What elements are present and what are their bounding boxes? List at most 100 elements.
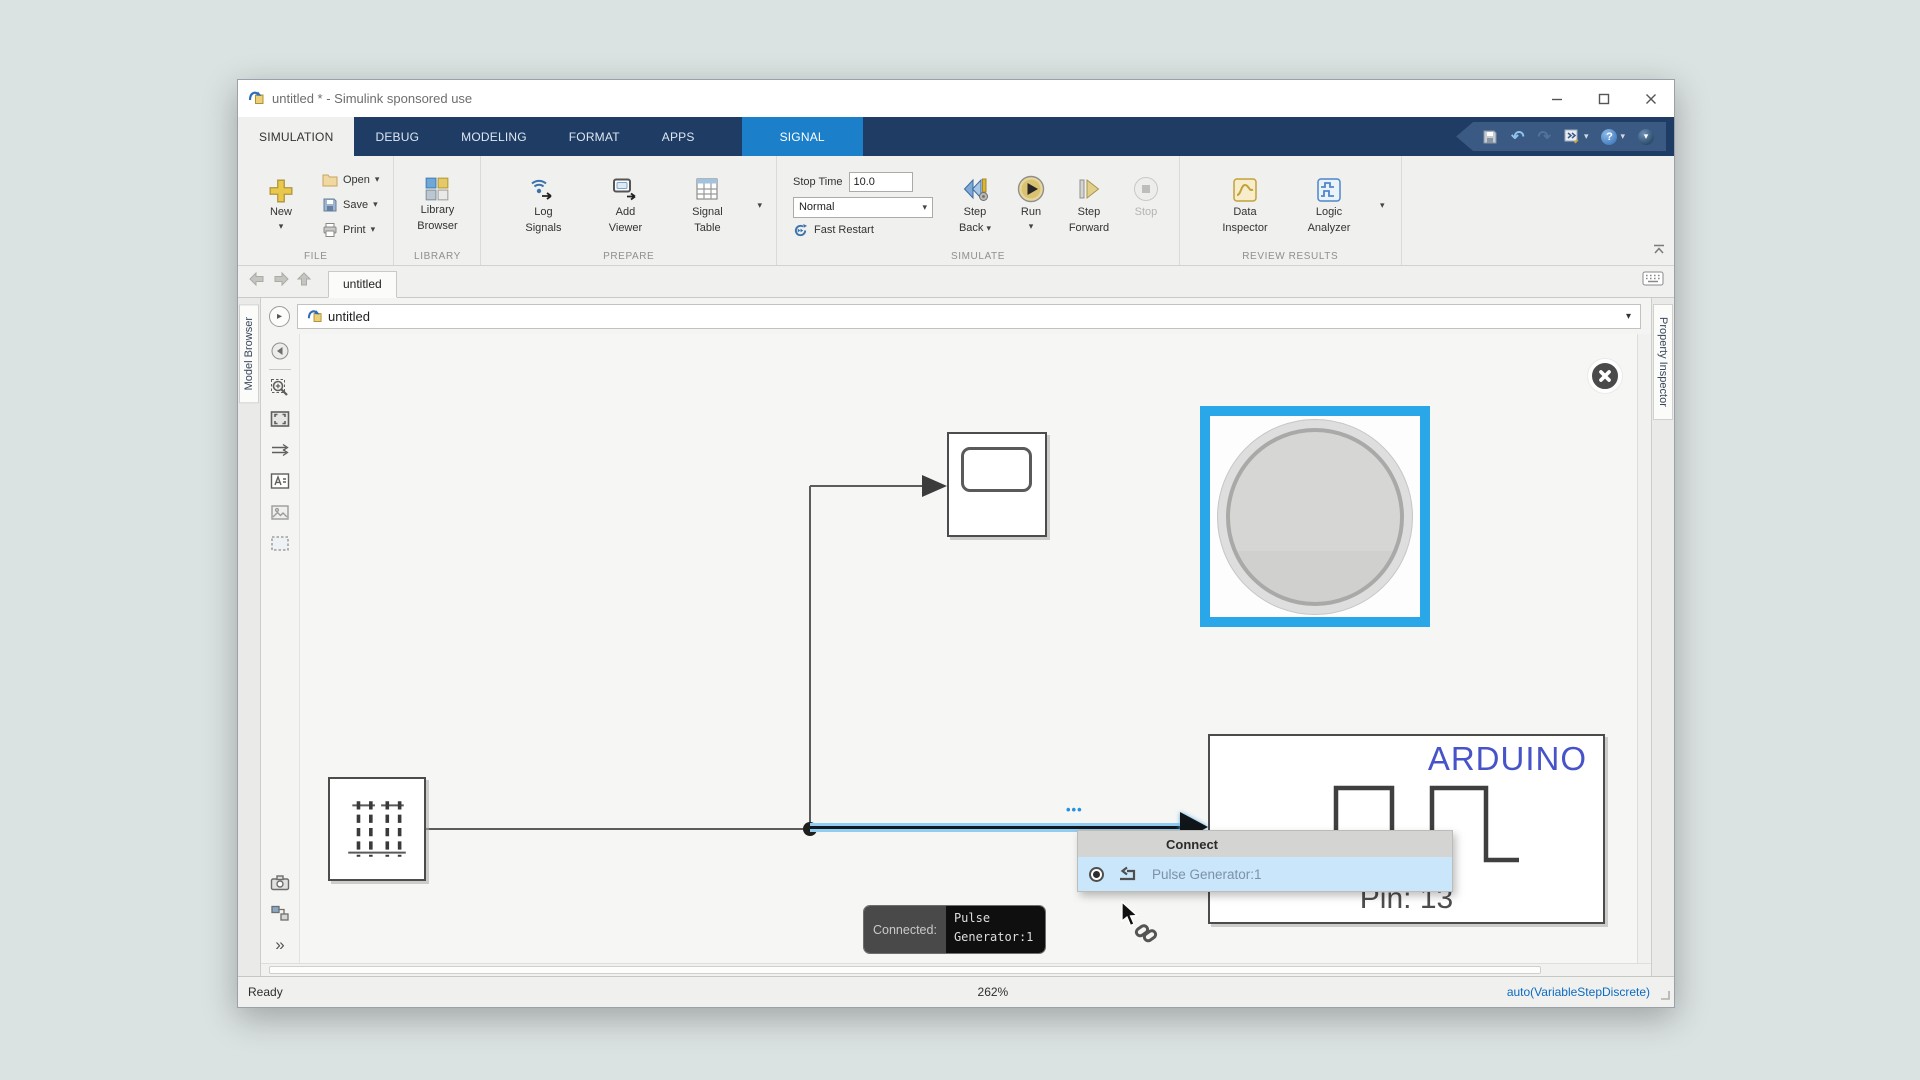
print-button[interactable]: Print ▾ [318, 219, 383, 241]
breadcrumb-expand-icon[interactable]: ▸ [269, 306, 290, 327]
connect-cursor-icon [1115, 900, 1161, 946]
group-library: Library Browser LIBRARY [394, 156, 481, 265]
redo-icon[interactable]: ↷ [1538, 127, 1551, 147]
step-back-button[interactable]: Step Back ▾ [947, 174, 1003, 236]
viewer-image-icon[interactable] [269, 501, 291, 523]
horizontal-scrollbar[interactable] [261, 963, 1651, 976]
diagram-canvas[interactable]: ••• ARDUINO [299, 334, 1637, 963]
updates-icon[interactable]: ▾ [1638, 129, 1654, 145]
widget-button-face[interactable] [1226, 428, 1404, 606]
save-button[interactable]: Save ▾ [318, 194, 383, 216]
quick-save-icon[interactable] [1482, 129, 1498, 145]
route-signals-icon[interactable] [269, 439, 291, 461]
property-inspector-tab[interactable]: Property Inspector [1653, 304, 1673, 420]
tooltip-label: Connected: [864, 906, 946, 953]
signal-table-button[interactable]: Signal Table [669, 176, 745, 236]
solver-label[interactable]: auto(VariableStepDiscrete) [1507, 985, 1674, 999]
nav-forward-icon[interactable] [272, 271, 290, 292]
resize-grip-icon[interactable] [1660, 989, 1670, 1003]
subsystem-icon[interactable] [269, 902, 291, 924]
group-simulate: Stop Time Normal ▾ Fast Restart Step Bac… [777, 156, 1180, 265]
wire-junction-up[interactable] [809, 486, 811, 829]
log-signals-icon [529, 176, 557, 204]
tab-signal[interactable]: SIGNAL [742, 117, 863, 156]
tab-debug[interactable]: DEBUG [354, 117, 440, 156]
wire-pulse-to-junction[interactable] [426, 828, 810, 830]
palette-divider [269, 369, 291, 370]
print-icon [322, 222, 338, 238]
library-browser-button[interactable]: Library Browser [404, 176, 470, 234]
add-viewer-button[interactable]: Add Viewer [587, 176, 663, 236]
publish-icon[interactable]: ▾ [1564, 129, 1589, 144]
breadcrumb-model-name[interactable]: untitled [328, 309, 370, 324]
connect-menu-item-pulse-generator[interactable]: Pulse Generator:1 [1078, 857, 1452, 891]
publish-caret-icon[interactable]: ▾ [1584, 131, 1589, 142]
tab-simulation[interactable]: SIMULATION [238, 117, 354, 156]
horizontal-scrollbar-thumb[interactable] [269, 966, 1541, 974]
pulse-generator-block[interactable] [328, 777, 426, 881]
prepare-overflow-icon[interactable]: ▾ [757, 200, 762, 211]
arduino-title: ARDUINO [1428, 740, 1587, 778]
screenshot-camera-icon[interactable] [269, 871, 291, 893]
hide-palette-icon[interactable] [269, 340, 291, 362]
vertical-scrollbar[interactable] [1637, 334, 1651, 963]
fast-restart-button[interactable]: Fast Restart [793, 223, 935, 238]
more-tools-icon[interactable]: » [269, 933, 291, 955]
breadcrumb[interactable]: untitled ▾ [297, 304, 1641, 329]
keyboard-shortcuts-icon[interactable] [1642, 271, 1664, 291]
breadcrumb-caret-icon[interactable]: ▾ [1626, 311, 1631, 322]
dismiss-badge-icon[interactable] [1588, 359, 1622, 393]
collapse-ribbon-icon[interactable] [1652, 242, 1666, 260]
open-button[interactable]: Open ▾ [318, 169, 383, 191]
tab-apps[interactable]: APPS [641, 117, 716, 156]
zoom-level: 262% [978, 985, 1009, 999]
push-button-widget-selected[interactable] [1200, 406, 1430, 627]
area-box-icon[interactable] [269, 532, 291, 554]
save-icon [322, 197, 338, 213]
tooltip-value: Pulse Generator:1 [946, 906, 1045, 953]
new-icon [268, 178, 294, 204]
group-review-results: Data Inspector Logic Analyzer ▾ REVIEW R… [1180, 156, 1402, 265]
breadcrumb-model-icon [307, 307, 322, 325]
zoom-region-icon[interactable] [269, 377, 291, 399]
fit-to-view-icon[interactable] [269, 408, 291, 430]
help-caret-icon[interactable]: ▾ [1620, 131, 1625, 142]
library-browser-icon [424, 176, 450, 202]
nav-up-icon[interactable] [296, 271, 312, 292]
log-signals-button[interactable]: Log Signals [505, 176, 581, 236]
scope-block[interactable] [947, 432, 1047, 537]
help-icon[interactable]: ? ▾ [1601, 129, 1625, 145]
scope-input-arrow [922, 475, 947, 497]
wire-to-scope[interactable] [810, 485, 922, 487]
radio-selected-icon[interactable] [1089, 867, 1104, 882]
data-inspector-button[interactable]: Data Inspector [1206, 176, 1284, 236]
tab-format[interactable]: FORMAT [548, 117, 641, 156]
nav-back-icon[interactable] [248, 271, 266, 292]
window-title: untitled * - Simulink sponsored use [272, 91, 1533, 106]
tab-modeling[interactable]: MODELING [440, 117, 548, 156]
model-browser-tab[interactable]: Model Browser [239, 304, 259, 403]
widget-outer-ring [1217, 419, 1413, 615]
run-button[interactable]: Run ▾ [1007, 174, 1055, 231]
undo-icon[interactable]: ↶ [1511, 127, 1524, 147]
maximize-button[interactable] [1580, 80, 1627, 117]
new-button[interactable]: New ▾ [248, 178, 314, 231]
annotation-icon[interactable] [269, 470, 291, 492]
sim-mode-select[interactable]: Normal ▾ [793, 197, 933, 218]
minimize-button[interactable] [1533, 80, 1580, 117]
arduino-pin-block[interactable]: ARDUINO Pin: 13 [1208, 734, 1605, 924]
close-button[interactable] [1627, 80, 1674, 117]
step-forward-button[interactable]: Step Forward [1059, 174, 1119, 236]
title-bar[interactable]: untitled * - Simulink sponsored use [238, 80, 1674, 117]
stop-time-input[interactable] [849, 172, 913, 192]
logic-analyzer-icon [1315, 176, 1343, 204]
data-inspector-icon [1231, 176, 1259, 204]
document-tab-untitled[interactable]: untitled [328, 271, 397, 298]
new-caret-icon: ▾ [279, 222, 284, 231]
logic-analyzer-button[interactable]: Logic Analyzer [1290, 176, 1368, 236]
stop-button[interactable]: Stop [1123, 174, 1169, 220]
review-overflow-icon[interactable]: ▾ [1380, 200, 1385, 211]
group-prepare: Log Signals Add Viewer Signal Table ▾ PR… [481, 156, 777, 265]
wire-options-ellipsis[interactable]: ••• [1066, 802, 1083, 817]
breadcrumb-bar: ▸ untitled ▾ [261, 298, 1651, 334]
